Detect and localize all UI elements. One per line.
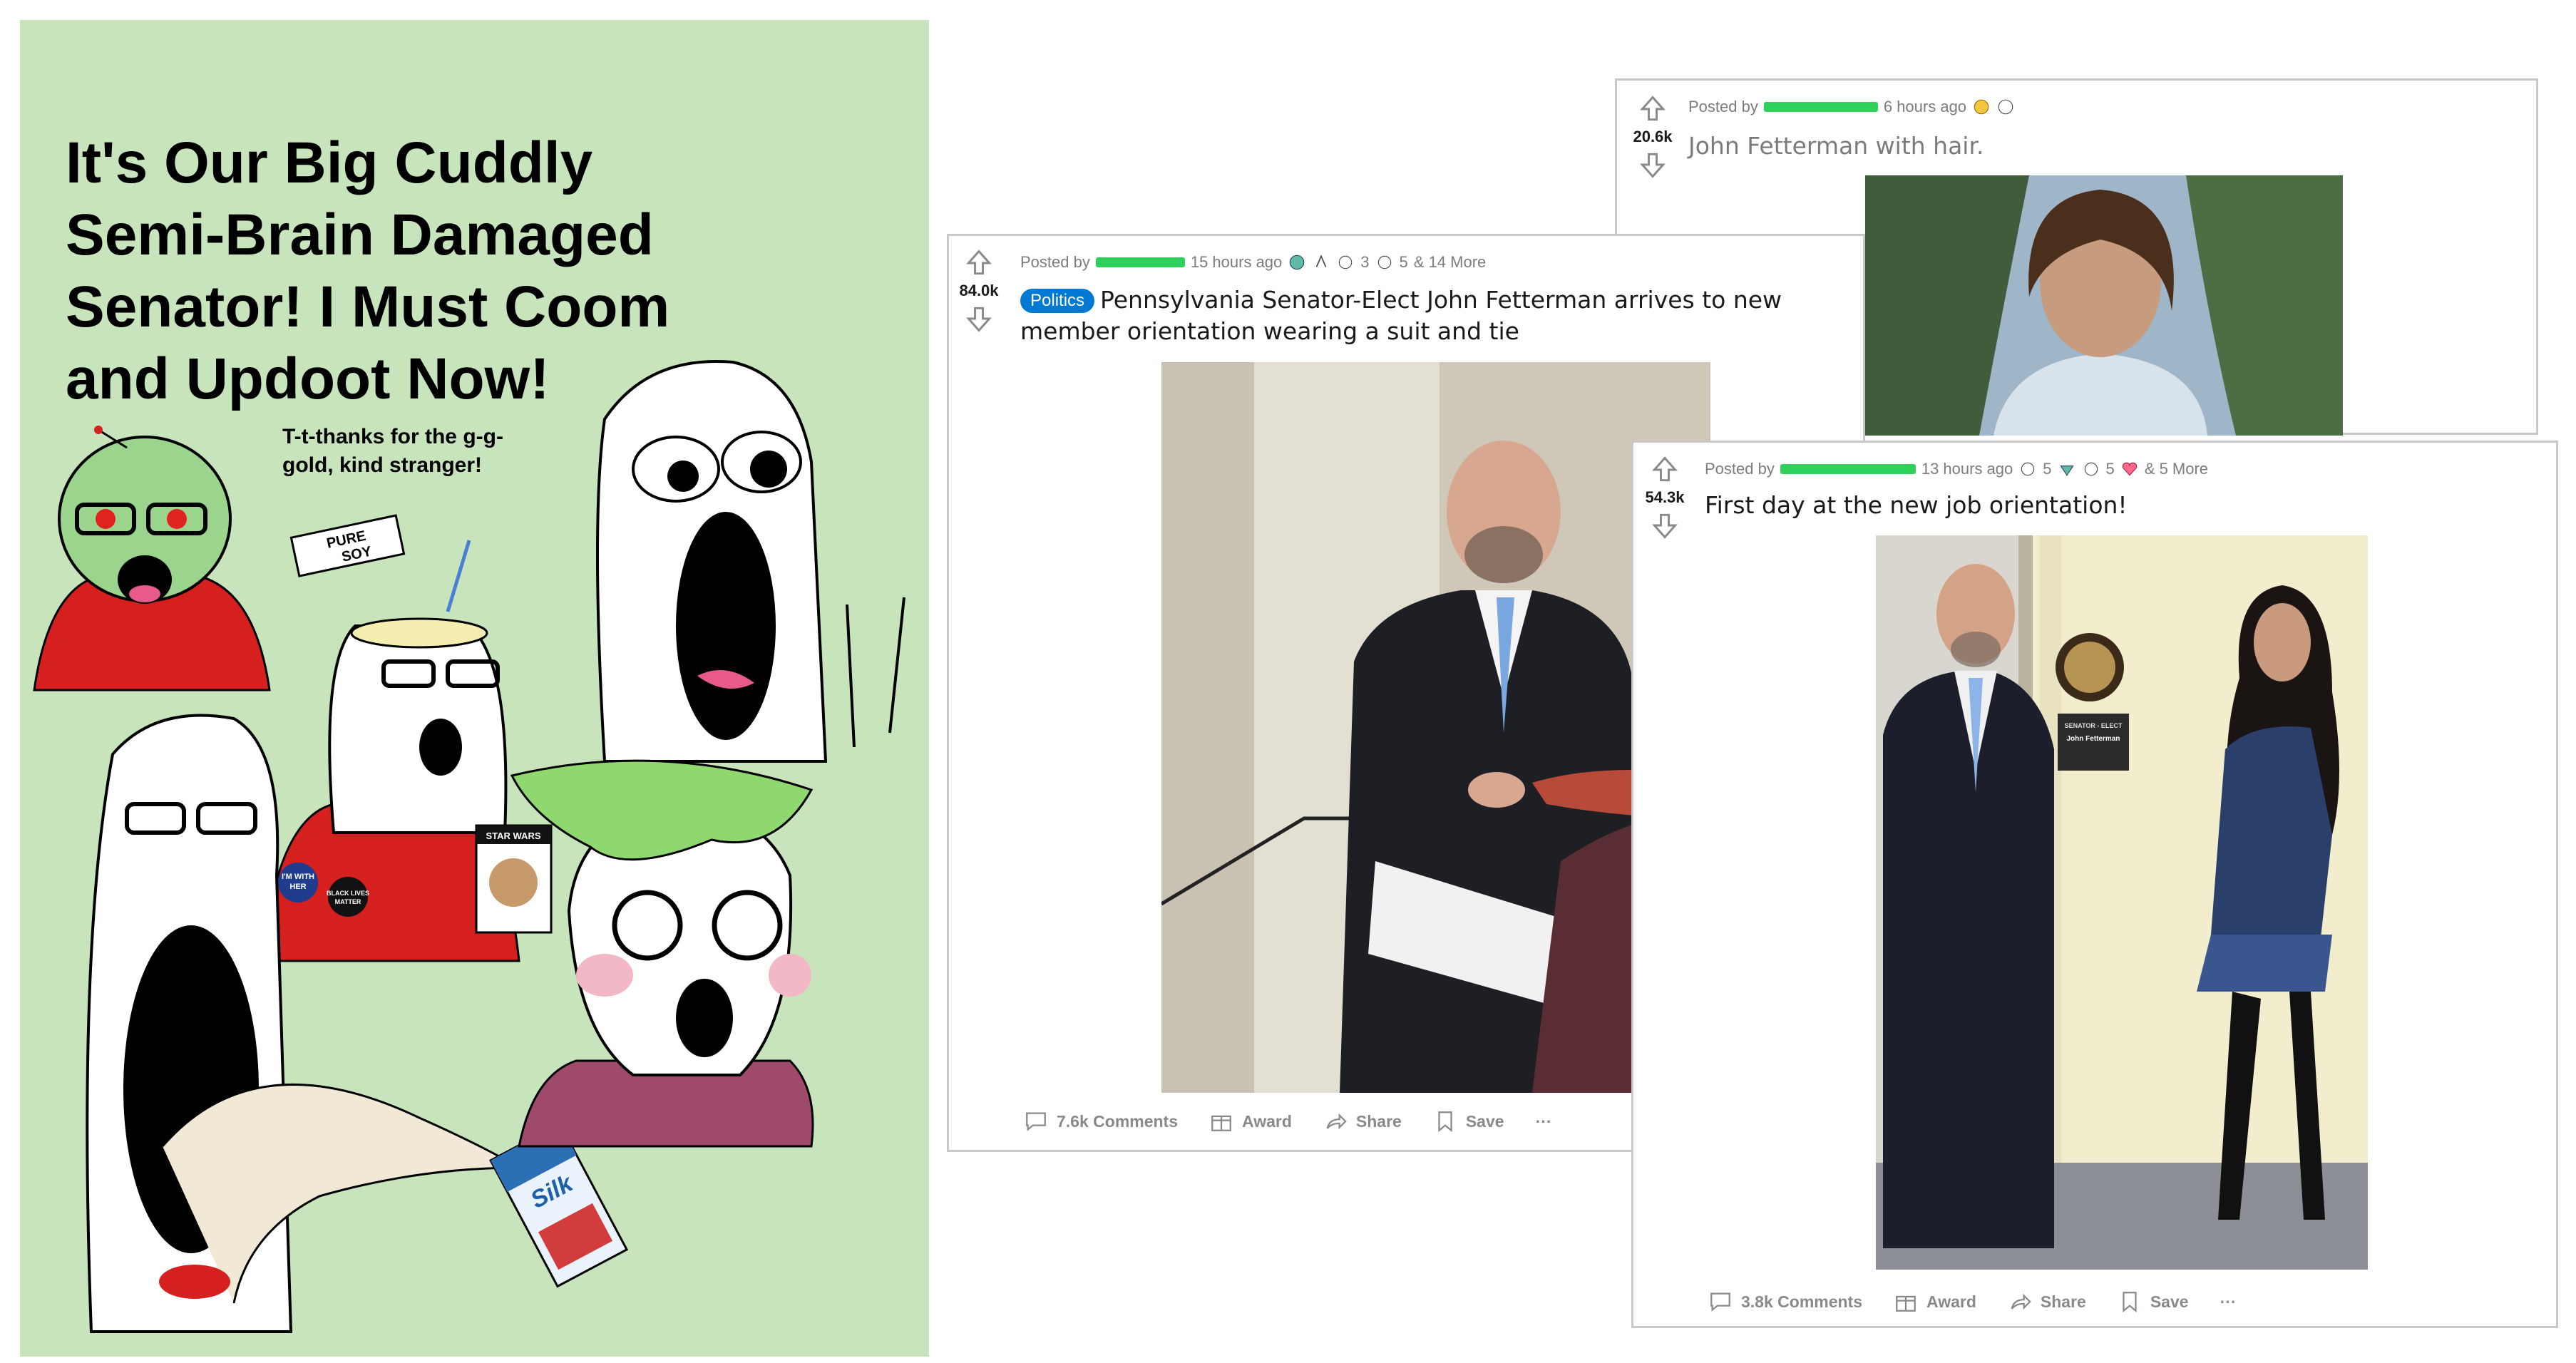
post-actions: 7.6k Comments Award Share Save ···: [1024, 1109, 1552, 1133]
comment-icon: [1710, 1292, 1730, 1312]
vote-count: 54.3k: [1645, 488, 1685, 506]
downvote-icon[interactable]: [1649, 510, 1680, 541]
award-button[interactable]: Award: [1209, 1109, 1292, 1133]
post-meta: Posted by 13 hours ago 5 5 & 5 More: [1705, 460, 2208, 478]
svg-text:MATTER: MATTER: [335, 898, 361, 905]
meme-title: It's Our Big Cuddly Semi-Brain Damaged S…: [66, 130, 670, 411]
vote-count: 20.6k: [1633, 128, 1673, 145]
award-icon: [1211, 1115, 1231, 1131]
post-meta: Posted by 6 hours ago: [1688, 98, 2015, 116]
nameplate-name: John Fetterman: [2066, 735, 2120, 743]
save-button[interactable]: Save: [1433, 1109, 1504, 1133]
post-image-orientation: [1161, 362, 1710, 1093]
post-card-first-day[interactable]: 54.3k Posted by 13 hours ago 5 5 & 5 Mor…: [1631, 441, 2558, 1328]
vote-column: 54.3k: [1636, 454, 1693, 541]
svg-text:BLACK LIVES: BLACK LIVES: [327, 890, 369, 897]
award-badge-icon: [2021, 462, 2035, 476]
share-label: Share: [1355, 1111, 1402, 1131]
comments-label: 7.6k Comments: [1057, 1111, 1179, 1131]
pure-soy-sign: PURE SOY: [289, 514, 406, 577]
photo-fetterman-and-woman: SENATOR - ELECT John Fetterman: [1876, 535, 2368, 1270]
upvote-icon[interactable]: [963, 247, 995, 279]
downvote-icon[interactable]: [1637, 149, 1668, 180]
upvote-icon[interactable]: [1637, 93, 1668, 125]
share-icon: [1326, 1113, 1347, 1130]
vote-column: 20.6k: [1624, 93, 1681, 180]
more-icon[interactable]: ···: [2220, 1292, 2237, 1312]
redacted-username: [1095, 257, 1185, 267]
flair-politics[interactable]: Politics: [1020, 289, 1095, 313]
comments-button[interactable]: 3.8k Comments: [1708, 1290, 1862, 1314]
award-button[interactable]: Award: [1894, 1290, 1976, 1314]
award-badge-icon: [1316, 254, 1327, 267]
post-title-text: Pennsylvania Senator-Elect John Fetterma…: [1020, 286, 1782, 345]
share-button[interactable]: Share: [1323, 1109, 1402, 1133]
nameplate-top: SENATOR - ELECT: [2065, 722, 2123, 729]
post-title[interactable]: First day at the new job orientation!: [1705, 490, 2525, 521]
award-count-2: 5: [2105, 460, 2115, 478]
post-time: 13 hours ago: [1921, 460, 2013, 478]
save-icon: [2123, 1292, 2137, 1313]
save-label: Save: [1465, 1111, 1504, 1131]
badge-text-1: I'M WITH: [282, 873, 314, 881]
post-image-hair: [1865, 175, 2343, 436]
award-label: Award: [1242, 1111, 1292, 1131]
silk-carton: Silk: [489, 1122, 629, 1288]
comment-icon: [1026, 1112, 1046, 1131]
award-badge-icon: [1974, 99, 1989, 115]
redacted-username: [1763, 102, 1878, 112]
post-title[interactable]: John Fetterman with hair.: [1688, 130, 2508, 162]
more-awards[interactable]: & 5 More: [2145, 460, 2208, 478]
award-badge-icon: [1339, 255, 1353, 269]
photo-young-man-long-hair: [1865, 175, 2343, 436]
share-button[interactable]: Share: [2008, 1290, 2086, 1314]
vote-column: 84.0k: [950, 247, 1007, 334]
award-count-1: 3: [1360, 253, 1370, 271]
comments-button[interactable]: 7.6k Comments: [1024, 1109, 1178, 1133]
save-label: Save: [2150, 1292, 2189, 1311]
meme-panel: I'M WITH HER BLACK LIVES MATTER PURE SOY…: [20, 20, 929, 1357]
post-meta: Posted by 15 hours ago 3 5 & 14 More: [1020, 253, 1486, 272]
post-image-first-day: SENATOR - ELECT John Fetterman: [1876, 535, 2368, 1270]
funko-box: STAR WARS: [475, 824, 553, 934]
save-button[interactable]: Save: [2118, 1290, 2189, 1314]
share-icon: [2011, 1293, 2031, 1310]
post-time: 15 hours ago: [1190, 253, 1283, 271]
more-awards[interactable]: & 14 More: [1414, 253, 1487, 272]
redacted-username: [1780, 464, 1916, 474]
award-badge-icon: [2122, 462, 2138, 476]
award-badge-icon: [2084, 462, 2098, 476]
soyjak-red-small: [33, 426, 271, 691]
posted-by-label: Posted by: [1705, 460, 1775, 478]
award-count-1: 5: [2043, 460, 2052, 478]
share-label: Share: [2040, 1292, 2086, 1311]
award-icon: [1896, 1295, 1916, 1312]
svg-text:STAR WARS: STAR WARS: [486, 830, 540, 841]
vote-count: 84.0k: [959, 282, 999, 299]
award-count-2: 5: [1399, 253, 1408, 271]
soyjak-green-hair: [510, 759, 814, 1148]
upvote-icon[interactable]: [1649, 454, 1680, 485]
post-time: 6 hours ago: [1883, 98, 1967, 115]
comments-label: 3.8k Comments: [1741, 1292, 1863, 1311]
award-badge-icon: [1377, 255, 1391, 269]
save-icon: [1438, 1111, 1452, 1133]
post-actions: 3.8k Comments Award Share Save ···: [1708, 1290, 2237, 1314]
more-icon[interactable]: ···: [1536, 1112, 1552, 1131]
meme-caption: T-t-thanks for the g-g- gold, kind stran…: [282, 425, 503, 477]
award-badge-icon: [2059, 466, 2074, 476]
award-badge-icon: [1998, 99, 2013, 115]
photo-fetterman-suit-handshake: [1161, 362, 1710, 1093]
award-label: Award: [1926, 1292, 1976, 1311]
award-badge-icon: [1289, 254, 1305, 270]
svg-text:HER: HER: [289, 883, 306, 891]
soyjak-big-white: [596, 360, 905, 763]
downvote-icon[interactable]: [963, 303, 995, 334]
post-title[interactable]: Politics Pennsylvania Senator-Elect John …: [1020, 284, 1840, 347]
posted-by-label: Posted by: [1688, 98, 1758, 115]
posted-by-label: Posted by: [1020, 253, 1090, 271]
